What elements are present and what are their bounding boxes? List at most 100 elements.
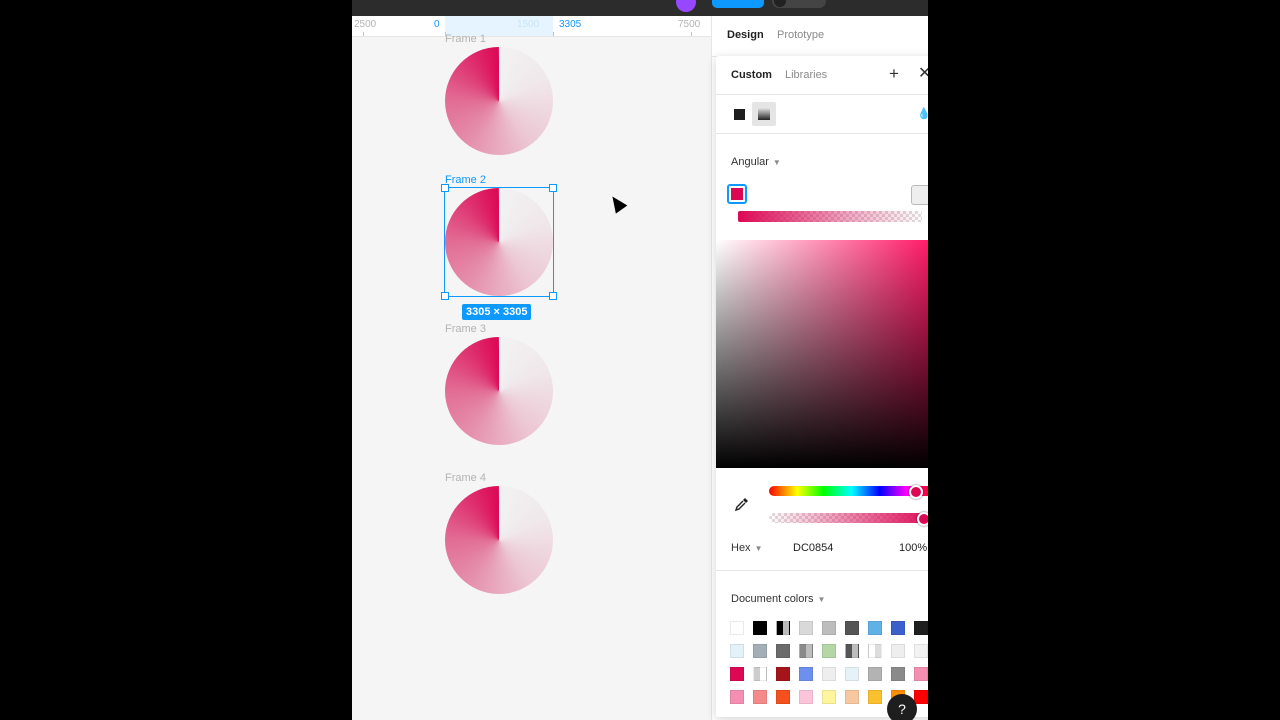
solid-fill-icon[interactable] (734, 109, 745, 120)
tab-design[interactable]: Design (727, 29, 764, 41)
frame-label[interactable]: Frame 4 (445, 472, 486, 484)
color-swatch[interactable] (776, 621, 790, 635)
frame-4-circle[interactable] (445, 486, 553, 594)
color-swatch[interactable] (822, 667, 836, 681)
document-colors-select[interactable]: Document colors ▼ (731, 593, 825, 605)
ruler-label: 0 (434, 19, 440, 30)
frame-1-circle[interactable] (445, 47, 553, 155)
mouse-cursor-icon (606, 192, 628, 214)
gradient-stop-1[interactable] (727, 184, 747, 204)
color-swatch[interactable] (730, 621, 744, 635)
color-swatch[interactable] (776, 644, 790, 658)
panel-tabs: Design Prototype (712, 16, 928, 57)
figma-window: 2500 0 1500 3305 7500 Frame 1 Frame 2 33… (352, 0, 928, 720)
blend-drop-icon[interactable]: 💧 (917, 107, 928, 120)
resize-handle[interactable] (549, 292, 557, 300)
hue-slider-handle[interactable] (909, 485, 923, 499)
divider (716, 570, 928, 571)
picker-header: Custom Libraries + ✕ (716, 56, 928, 95)
opacity-slider-handle[interactable] (917, 512, 928, 526)
fill-type-row: 💧 (716, 95, 928, 134)
ruler-label: 3305 (559, 19, 582, 30)
tab-libraries[interactable]: Libraries (785, 69, 827, 81)
tab-custom[interactable]: Custom (731, 69, 772, 81)
ruler-label: 2500 (354, 19, 377, 30)
color-swatch[interactable] (868, 621, 882, 635)
opacity-input[interactable]: 100% (899, 542, 927, 554)
frame-label[interactable]: Frame 1 (445, 33, 486, 45)
color-swatch[interactable] (845, 690, 859, 704)
ruler-label: 1500 (517, 19, 540, 30)
resize-handle[interactable] (441, 184, 449, 192)
close-icon[interactable]: ✕ (918, 64, 928, 84)
color-swatch[interactable] (891, 621, 905, 635)
color-swatch[interactable] (914, 621, 928, 635)
color-swatch[interactable] (868, 690, 882, 704)
dev-mode-toggle[interactable] (772, 0, 826, 8)
color-swatch[interactable] (753, 644, 767, 658)
resize-handle[interactable] (441, 292, 449, 300)
color-swatch[interactable] (822, 644, 836, 658)
resize-handle[interactable] (549, 184, 557, 192)
eyedropper-icon[interactable] (734, 496, 750, 512)
color-swatch[interactable] (730, 667, 744, 681)
color-swatch[interactable] (753, 667, 767, 681)
hue-slider[interactable] (769, 486, 928, 496)
hex-input[interactable]: DC0854 (793, 542, 833, 554)
help-button[interactable]: ? (887, 694, 917, 720)
color-mode-select[interactable]: Hex ▼ (731, 542, 762, 554)
size-badge: 3305 × 3305 (462, 304, 532, 320)
plus-icon[interactable]: + (889, 64, 899, 84)
color-swatch[interactable] (730, 690, 744, 704)
color-swatch[interactable] (753, 621, 767, 635)
frame-label-selected[interactable]: Frame 2 (445, 174, 486, 186)
avatar[interactable] (676, 0, 696, 12)
gradient-type-select[interactable]: Angular ▼ (731, 156, 781, 168)
gradient-bar[interactable] (738, 211, 922, 222)
gradient-icon (758, 108, 770, 120)
color-swatch[interactable] (799, 690, 813, 704)
saturation-value-area[interactable] (716, 240, 928, 468)
ruler-tick (553, 32, 554, 36)
ruler-tick (363, 32, 364, 36)
gradient-stop-2[interactable] (911, 185, 928, 205)
color-swatch[interactable] (799, 667, 813, 681)
document-colors-label: Document colors (731, 593, 814, 605)
tab-prototype[interactable]: Prototype (777, 29, 824, 41)
chevron-down-icon: ▼ (772, 158, 781, 167)
chevron-down-icon: ▼ (754, 544, 763, 553)
color-swatch[interactable] (845, 644, 859, 658)
color-swatch[interactable] (730, 644, 744, 658)
share-button[interactable] (712, 0, 764, 8)
color-mode-label: Hex (731, 542, 751, 554)
color-swatch[interactable] (868, 644, 882, 658)
selection-box[interactable] (444, 187, 554, 297)
opacity-slider[interactable] (769, 513, 928, 523)
color-swatch[interactable] (914, 690, 928, 704)
color-swatch[interactable] (776, 667, 790, 681)
color-swatch[interactable] (868, 667, 882, 681)
color-swatch[interactable] (845, 621, 859, 635)
color-swatch[interactable] (776, 690, 790, 704)
horizontal-ruler: 2500 0 1500 3305 7500 (352, 16, 711, 37)
color-swatch[interactable] (799, 644, 813, 658)
ruler-label: 7500 (678, 19, 701, 30)
gradient-fill-button[interactable] (752, 102, 776, 126)
color-swatch[interactable] (891, 644, 905, 658)
color-swatch[interactable] (753, 690, 767, 704)
top-toolbar (352, 0, 928, 16)
color-swatch[interactable] (914, 644, 928, 658)
color-swatch[interactable] (799, 621, 813, 635)
color-swatch[interactable] (891, 667, 905, 681)
color-swatch[interactable] (914, 667, 928, 681)
canvas[interactable]: Frame 1 Frame 2 3305 × 3305 Frame 3 Fram… (352, 33, 711, 720)
color-swatch[interactable] (845, 667, 859, 681)
color-swatch[interactable] (822, 690, 836, 704)
color-picker: Custom Libraries + ✕ 💧 Angular ▼ Hex ▼ D… (716, 56, 928, 717)
frame-3-circle[interactable] (445, 337, 553, 445)
gradient-type-label: Angular (731, 156, 769, 168)
design-panel: Design Prototype Custom Libraries + ✕ 💧 … (711, 16, 928, 720)
ruler-tick (691, 32, 692, 36)
frame-label[interactable]: Frame 3 (445, 323, 486, 335)
color-swatch[interactable] (822, 621, 836, 635)
